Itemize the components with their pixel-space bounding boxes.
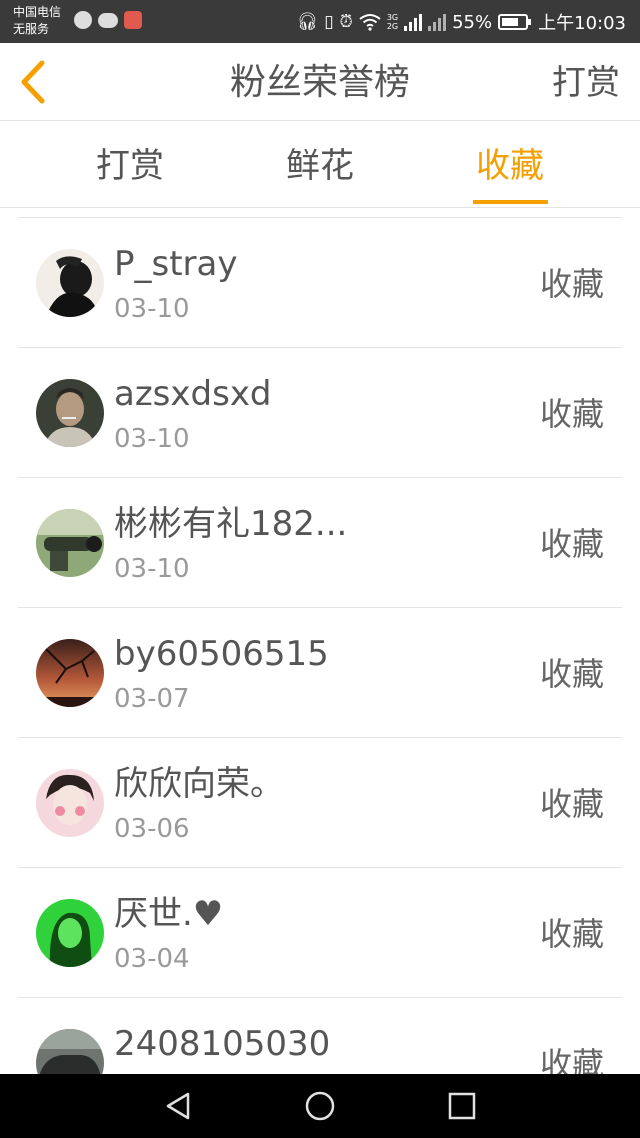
list-item[interactable]: 2408105030 收藏 bbox=[18, 998, 622, 1075]
record-date: 03-04 bbox=[114, 944, 190, 974]
list-item[interactable]: 彬彬有礼182... 03-10 收藏 bbox=[18, 478, 622, 608]
avatar bbox=[36, 769, 104, 837]
avatar bbox=[36, 899, 104, 967]
record-date: 03-06 bbox=[114, 814, 190, 844]
user-name: 厌世.♥ bbox=[114, 894, 224, 934]
status-bar: 中国电信 无服务 🎧︎ ▯ ⏰︎ 3G 2G 55% 上午10:03 bbox=[0, 0, 640, 43]
tab-favorites[interactable]: 收藏 bbox=[450, 145, 570, 187]
nav-recents-button[interactable] bbox=[444, 1088, 480, 1124]
app-notification-icon bbox=[124, 11, 142, 29]
record-date: 03-10 bbox=[114, 424, 190, 454]
service-status: 无服务 bbox=[13, 22, 50, 36]
headphones-icon: 🎧︎ bbox=[296, 12, 319, 32]
list-item[interactable]: 欣欣向荣。 03-06 收藏 bbox=[18, 738, 622, 868]
square-recents-icon bbox=[448, 1092, 476, 1120]
user-name: azsxdsxd bbox=[114, 374, 272, 414]
signal-icon bbox=[404, 13, 423, 31]
globe-icon bbox=[74, 11, 92, 29]
list-item[interactable]: P_stray 03-10 收藏 bbox=[18, 218, 622, 348]
carrier-name: 中国电信 bbox=[13, 5, 62, 19]
system-nav-bar bbox=[0, 1074, 640, 1138]
carrier-info: 中国电信 无服务 bbox=[13, 4, 61, 38]
notification-icons bbox=[74, 11, 142, 29]
alarm-icon: ⏰︎ bbox=[339, 12, 353, 32]
app-header: 粉丝荣誉榜 打赏 bbox=[0, 43, 640, 121]
user-name: 彬彬有礼182... bbox=[114, 504, 348, 544]
record-date: 03-10 bbox=[114, 294, 190, 324]
triangle-back-icon bbox=[166, 1092, 190, 1120]
tab-flowers[interactable]: 鲜花 bbox=[260, 145, 380, 187]
avatar bbox=[36, 379, 104, 447]
record-date: 03-07 bbox=[114, 684, 190, 714]
record-type: 收藏 bbox=[539, 785, 604, 823]
fan-list: P_stray 03-10 收藏 azsxdsxd 03-10 收藏 彬彬有礼1… bbox=[18, 217, 622, 1075]
reward-button[interactable]: 打赏 bbox=[552, 61, 620, 105]
nav-home-button[interactable] bbox=[302, 1088, 338, 1124]
chat-bubble-icon bbox=[98, 12, 118, 28]
network-type-label: 3G 2G bbox=[386, 13, 399, 31]
active-tab-indicator bbox=[473, 200, 548, 204]
page-title: 粉丝荣誉榜 bbox=[229, 62, 410, 103]
nav-back-button[interactable] bbox=[160, 1088, 196, 1124]
avatar bbox=[36, 249, 104, 317]
clock: 上午10:03 bbox=[538, 13, 626, 34]
battery-percent: 55% bbox=[452, 11, 493, 33]
user-name: 2408105030 bbox=[114, 1024, 331, 1064]
user-name: P_stray bbox=[114, 244, 238, 284]
user-name: 欣欣向荣。 bbox=[114, 764, 284, 804]
list-item[interactable]: azsxdsxd 03-10 收藏 bbox=[18, 348, 622, 478]
tab-bar: 打赏 鲜花 收藏 bbox=[0, 121, 640, 208]
record-type: 收藏 bbox=[539, 915, 604, 953]
circle-home-icon bbox=[305, 1091, 335, 1121]
avatar bbox=[36, 1029, 104, 1075]
record-type: 收藏 bbox=[539, 265, 604, 303]
avatar bbox=[36, 509, 104, 577]
system-icons: 🎧︎ ▯ ⏰︎ 3G 2G 55% 上午10:03 bbox=[297, 9, 626, 35]
avatar bbox=[36, 639, 104, 707]
record-type: 收藏 bbox=[539, 655, 604, 693]
record-date: 03-10 bbox=[114, 554, 190, 584]
vibrate-icon: ▯ bbox=[324, 12, 334, 32]
wifi-icon bbox=[359, 14, 381, 31]
list-item[interactable]: 厌世.♥ 03-04 收藏 bbox=[18, 868, 622, 998]
tab-reward[interactable]: 打赏 bbox=[70, 145, 190, 187]
list-item[interactable]: by60506515 03-07 收藏 bbox=[18, 608, 622, 738]
user-name: by60506515 bbox=[114, 634, 329, 674]
record-type: 收藏 bbox=[539, 1045, 604, 1075]
signal-2-icon bbox=[428, 13, 447, 31]
record-type: 收藏 bbox=[539, 395, 604, 433]
battery-icon bbox=[498, 14, 532, 30]
record-type: 收藏 bbox=[539, 525, 604, 563]
